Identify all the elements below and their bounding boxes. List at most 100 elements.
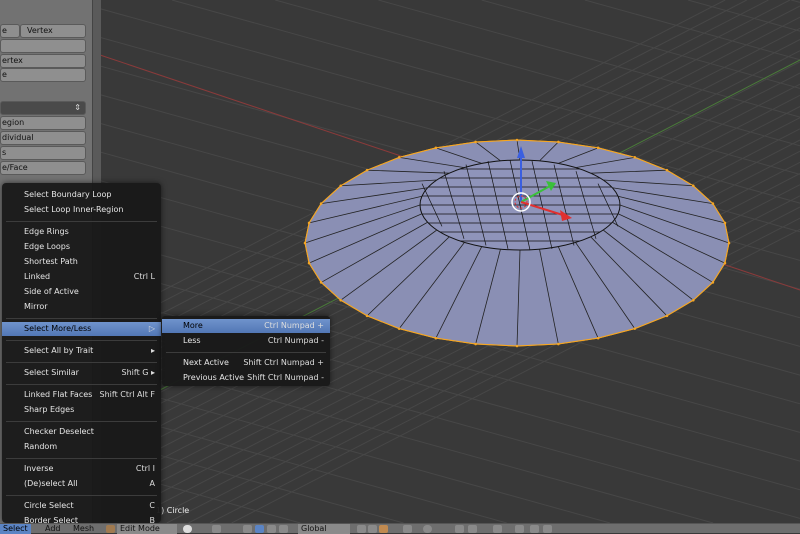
panel-button[interactable] (0, 39, 86, 53)
selected-vertex (711, 281, 715, 284)
render-icon[interactable] (515, 525, 524, 533)
snap-element-icon[interactable] (468, 525, 477, 533)
menu-item-shortcut: C (149, 501, 155, 510)
grid-line (759, 191, 800, 204)
selected-vertex (397, 156, 401, 159)
selected-vertex (319, 281, 323, 284)
menu-separator (6, 421, 157, 422)
selected-vertex (723, 261, 727, 265)
menu-item[interactable]: Select Similar Shift G ▸ (2, 366, 161, 380)
menu-item[interactable]: Linked Flat Faces Shift Ctrl Alt F (2, 388, 161, 402)
edge-select-icon[interactable] (368, 525, 377, 533)
render-anim-icon[interactable] (530, 525, 539, 533)
selected-vertex (434, 146, 438, 150)
vertex-button[interactable]: Vertex (20, 24, 86, 38)
edit-mode-icon (106, 525, 115, 533)
selected-vertex (339, 184, 343, 188)
selected-vertex (633, 327, 637, 330)
menu-separator (6, 362, 157, 363)
submenu-item[interactable]: Previous Active Shift Ctrl Numpad - (162, 371, 330, 385)
selected-vertex (339, 298, 343, 302)
vertex-select-icon[interactable] (357, 525, 366, 533)
selected-vertex (474, 140, 477, 144)
selected-vertex (557, 342, 560, 346)
menu-separator (6, 458, 157, 459)
panel-button[interactable]: ertex (0, 54, 86, 68)
menu-item[interactable]: Sharp Edges (2, 403, 161, 417)
manipulator-icon[interactable] (243, 525, 252, 533)
face-select-icon[interactable] (379, 525, 388, 533)
grid-line (275, 0, 800, 147)
scale-icon[interactable] (279, 525, 288, 533)
menu-item-shortcut: ▷ (148, 324, 155, 333)
menu-item-label: (De)select All (24, 479, 78, 488)
menu-item-label: Circle Select (24, 501, 74, 510)
menu-separator (6, 221, 157, 222)
menu-item-label: Edge Rings (24, 227, 69, 236)
menu-separator (6, 495, 157, 496)
menu-separator (166, 352, 326, 353)
menu-item-label: Mirror (24, 302, 48, 311)
menu-item-shortcut: Shift G ▸ (121, 368, 155, 377)
submenu-item[interactable]: Next Active Shift Ctrl Numpad + (162, 356, 330, 370)
snap-icon[interactable] (455, 525, 464, 533)
selected-vertex (397, 327, 401, 330)
grid-line (791, 0, 800, 3)
circle-mesh (303, 138, 731, 348)
menu-item[interactable]: Mirror (2, 300, 161, 314)
menu-separator (6, 384, 157, 385)
submenu-item[interactable]: Less Ctrl Numpad - (162, 334, 330, 348)
menu-item[interactable]: Select More/Less ▷ (2, 322, 161, 336)
menu-item[interactable]: Shortest Path (2, 255, 161, 269)
menu-item[interactable]: Select Boundary Loop (2, 188, 161, 202)
menu-item[interactable]: Checker Deselect (2, 425, 161, 439)
select-menu: Select Boundary Loop Select Loop Inner-Re… (2, 183, 161, 525)
pivot-icon[interactable] (212, 525, 221, 533)
panel-button[interactable]: e (0, 68, 86, 82)
occlude-icon[interactable] (403, 525, 412, 533)
menu-item-label: Select Loop Inner-Region (24, 205, 124, 214)
grid-line (729, 128, 800, 166)
panel-button[interactable]: e/Face (0, 161, 86, 175)
translate-icon[interactable] (255, 525, 264, 533)
menu-item[interactable]: Linked Ctrl L (2, 270, 161, 284)
menu-item[interactable]: (De)select All A (2, 477, 161, 491)
panel-button[interactable]: s (0, 146, 86, 160)
menu-item[interactable]: Circle Select C (2, 499, 161, 513)
menu-item-label: Linked Flat Faces (24, 390, 93, 399)
panel-button[interactable]: e (0, 24, 20, 38)
selected-vertex (365, 168, 369, 172)
menu-item[interactable]: Select Loop Inner-Region (2, 203, 161, 217)
rotate-icon[interactable] (267, 525, 276, 533)
menu-item-label: Shortest Path (24, 257, 78, 266)
submenu-item-label: More (183, 321, 203, 330)
panel-button[interactable]: dividual (0, 131, 86, 145)
menu-item[interactable]: Side of Active (2, 285, 161, 299)
snap-target-icon[interactable] (493, 525, 502, 533)
selected-vertex (665, 314, 669, 318)
selected-vertex (596, 336, 600, 340)
submenu-item-shortcut: Shift Ctrl Numpad + (243, 358, 324, 367)
menu-item[interactable]: Edge Loops (2, 240, 161, 254)
submenu-item[interactable]: More Ctrl Numpad + (162, 319, 330, 333)
menu-item[interactable]: Select All by Trait ▸ (2, 344, 161, 358)
shading-icon[interactable] (183, 525, 192, 533)
menu-item-label: Edge Loops (24, 242, 71, 251)
selected-vertex (319, 202, 323, 205)
menu-item-label: Select All by Trait (24, 346, 94, 355)
selected-vertex (691, 184, 695, 188)
panel-dropdown[interactable]: ⇕ (0, 101, 86, 115)
selected-vertex (691, 298, 695, 302)
menu-item-shortcut: A (149, 479, 155, 488)
menu-item-label: Select More/Less (24, 324, 92, 333)
menu-item[interactable]: Random (2, 440, 161, 454)
proportional-icon[interactable] (423, 525, 432, 533)
menu-item[interactable]: Edge Rings (2, 225, 161, 239)
panel-button[interactable]: egion (0, 116, 86, 130)
clapper-icon[interactable] (543, 525, 552, 533)
selected-vertex (434, 336, 438, 340)
submenu-item-label: Less (183, 336, 201, 345)
menu-item[interactable]: Inverse Ctrl I (2, 462, 161, 476)
menu-separator (6, 340, 157, 341)
selected-vertex (633, 156, 637, 159)
